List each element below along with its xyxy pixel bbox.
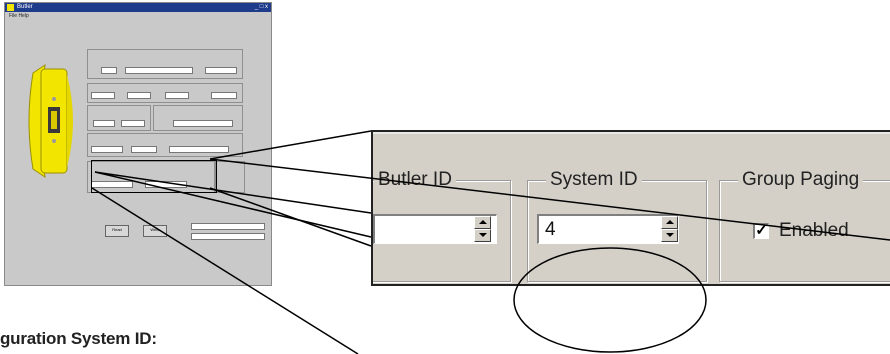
focus-ellipse <box>513 247 707 353</box>
callout-line <box>209 130 372 160</box>
callout-line <box>209 158 890 241</box>
callout-line <box>94 171 372 214</box>
callout-line <box>94 171 372 238</box>
section-caption: guration System ID: <box>0 329 157 348</box>
callout-line <box>209 187 372 247</box>
callout-overlay <box>91 130 890 354</box>
